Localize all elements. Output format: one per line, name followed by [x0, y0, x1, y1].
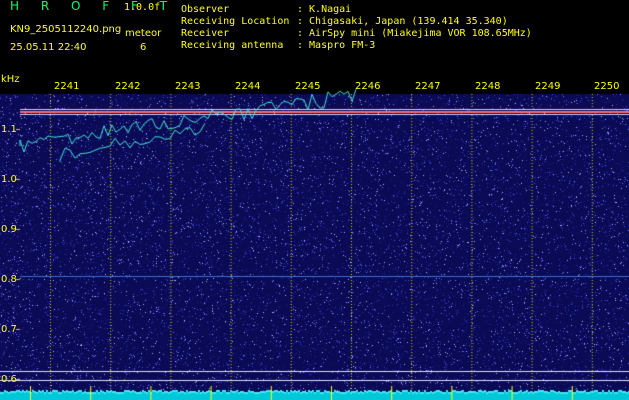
y-tick-label: 1.1 — [1, 124, 17, 135]
location-value: : Chigasaki, Japan (139.414 35.340) — [297, 16, 508, 27]
datetime-label: 25.05.11 22:40 — [10, 42, 87, 53]
x-tick-label: 2247 — [415, 81, 441, 92]
observer-value: : K.Nagai — [297, 4, 352, 15]
x-tick-label: 2246 — [355, 81, 381, 92]
location-label: Receiving Location — [181, 16, 290, 27]
x-tick-label: 2242 — [115, 81, 141, 92]
x-tick-label: 2241 — [54, 81, 80, 92]
y-tick-label: 1.0 — [1, 174, 17, 185]
receiver-label: Receiver — [181, 28, 230, 39]
spectrogram — [0, 74, 629, 400]
y-tick-label: 0.9 — [1, 224, 17, 235]
meteor-label: meteor — [125, 28, 162, 39]
x-tick-label: 2248 — [475, 81, 501, 92]
version-label: 1.0.0f — [124, 2, 161, 13]
x-tick-label: 2244 — [235, 81, 261, 92]
x-tick-label: 2245 — [295, 81, 321, 92]
x-tick-label: 2250 — [594, 81, 620, 92]
y-tick-label: 0.8 — [1, 274, 17, 285]
antenna-value: : Maspro FM-3 — [297, 40, 376, 51]
filename-label: KN9_2505112240.png — [10, 24, 122, 35]
y-tick-label: 0.6 — [1, 374, 17, 385]
receiver-value: : AirSpy mini (Miakejima VOR 108.65MHz) — [297, 28, 532, 39]
x-tick-label: 2249 — [535, 81, 561, 92]
y-unit-label: kHz — [1, 74, 20, 85]
meteor-count: 6 — [140, 42, 147, 53]
y-tick-label: 0.7 — [1, 324, 17, 335]
x-tick-label: 2243 — [175, 81, 201, 92]
antenna-label: Receiving antenna — [181, 40, 284, 51]
observer-label: Observer — [181, 4, 230, 15]
